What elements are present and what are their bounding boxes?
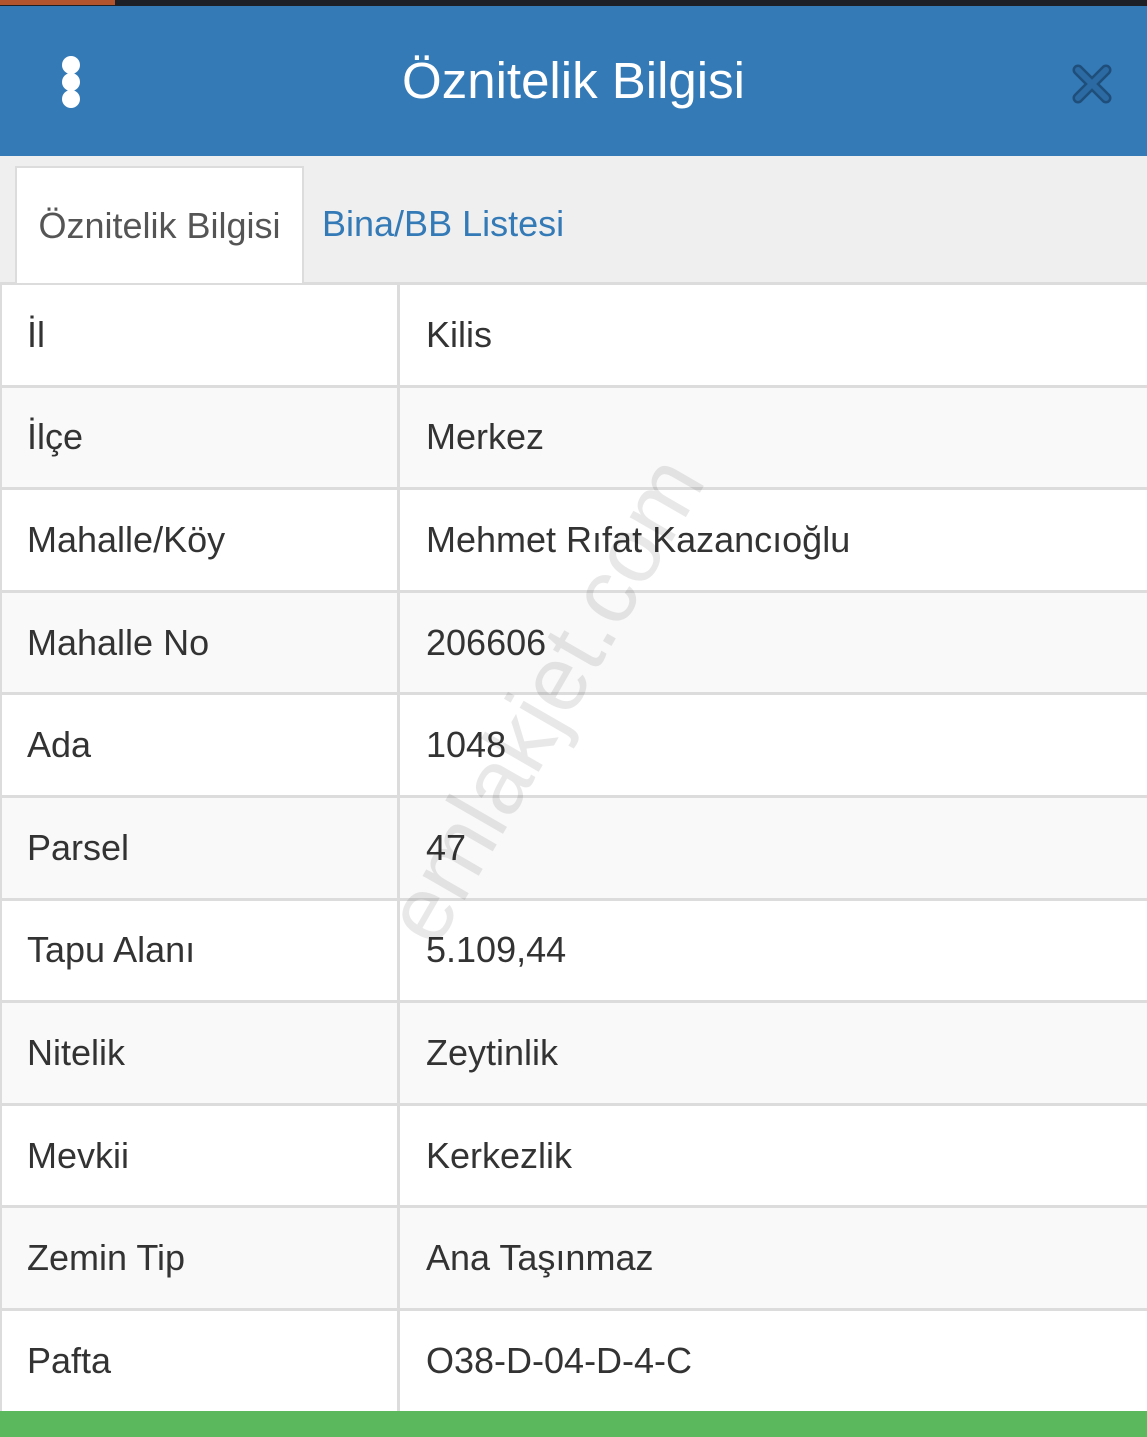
attribute-value: Kilis	[426, 313, 493, 355]
status-accent	[0, 0, 115, 5]
attribute-label: Nitelik	[2, 1003, 400, 1103]
attribute-label: Ada	[2, 695, 400, 795]
attribute-value: Zeytinlik	[426, 1031, 559, 1073]
attribute-value: Ana Taşınmaz	[426, 1237, 654, 1279]
table-row: Ada 1048	[2, 695, 1147, 798]
attribute-label: Parsel	[2, 797, 400, 898]
tab-label: Öznitelik Bilgisi	[38, 205, 281, 246]
attribute-label: İl	[2, 285, 400, 385]
attribute-label: Tapu Alanı	[2, 900, 400, 1001]
close-glyph	[1072, 64, 1112, 104]
attribute-value: 47	[426, 826, 467, 868]
attribute-value: 1048	[426, 724, 507, 766]
table-row: Mevkii Kerkezlik	[2, 1105, 1147, 1209]
table-row: Mahalle/Köy Mehmet Rıfat Kazancıoğlu	[2, 490, 1147, 593]
table-row: Nitelik Zeytinlik	[2, 1003, 1147, 1106]
attribute-label: İlçe	[2, 387, 400, 488]
page-title: Öznitelik Bilgisi	[402, 52, 745, 109]
table-row: Tapu Alanı 5.109,44	[2, 900, 1147, 1004]
tab-attribute-info[interactable]: Öznitelik Bilgisi	[15, 166, 304, 284]
attribute-value: Merkez	[426, 416, 545, 458]
attribute-label: Zemin Tip	[2, 1208, 400, 1308]
attribute-value: 5.109,44	[426, 929, 567, 971]
table-row: İlçe Merkez	[2, 387, 1147, 491]
attribute-label: Mevkii	[2, 1105, 400, 1206]
table-row: Pafta O38-D-04-D-4-C	[2, 1310, 1147, 1414]
attribute-label: Mahalle/Köy	[2, 490, 400, 590]
attribute-table: İl Kilis İlçe Merkez Mahalle/Köy Mehmet Rıfat…	[0, 283, 1147, 1414]
attribute-value: O38-D-04-D-4-C	[426, 1339, 693, 1381]
table-row: İl Kilis	[2, 285, 1147, 388]
tab-bar: Öznitelik Bilgisi Bina/BB Listesi	[0, 156, 1147, 284]
tab-building-list[interactable]: Bina/BB Listesi	[322, 200, 564, 248]
attribute-value: 206606	[426, 621, 547, 663]
header-bar: Öznitelik Bilgisi	[0, 6, 1147, 156]
attribute-label: Mahalle No	[2, 592, 400, 693]
attribute-value: Kerkezlik	[426, 1134, 573, 1176]
attribute-info-screen: Öznitelik Bilgisi Öznitelik Bilgisi Bina…	[0, 0, 1147, 1437]
footer-bar	[0, 1411, 1147, 1437]
table-row: Mahalle No 206606	[2, 592, 1147, 696]
table-row: Zemin Tip Ana Taşınmaz	[2, 1208, 1147, 1311]
attribute-value: Mehmet Rıfat Kazancıoğlu	[426, 518, 851, 560]
table-row: Parsel 47	[2, 797, 1147, 901]
close-icon[interactable]	[1068, 60, 1116, 108]
attribute-label: Pafta	[2, 1310, 400, 1411]
